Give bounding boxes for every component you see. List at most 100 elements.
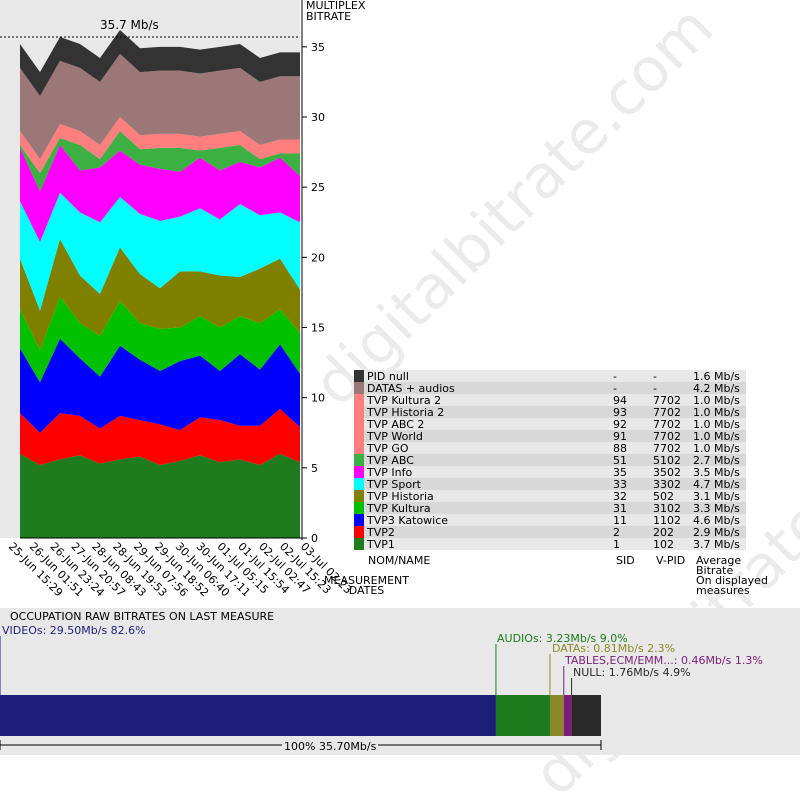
legend-vpid: 1102 <box>650 514 690 526</box>
legend-name: TVP ABC <box>364 454 610 466</box>
legend-vpid: 7702 <box>650 430 690 442</box>
legend-name: TVP Kultura <box>364 502 610 514</box>
legend-vpid: 7702 <box>650 394 690 406</box>
legend-bitrate: 4.7 Mb/s <box>690 478 746 490</box>
legend-name: TVP Info <box>364 466 610 478</box>
legend-swatch <box>354 490 364 502</box>
y-tick-label: 10 <box>311 392 325 405</box>
legend-bitrate: 4.6 Mb/s <box>690 514 746 526</box>
occupation-segment <box>563 695 572 736</box>
legend-swatch <box>354 466 364 478</box>
legend-bitrate: 1.0 Mb/s <box>690 406 746 418</box>
legend-name: PID null <box>364 370 610 382</box>
legend-table: PID null - -1.6 Mb/s DATAS + audios - -4.2 Mb… <box>354 370 746 550</box>
legend-bitrate: 3.1 Mb/s <box>690 490 746 502</box>
legend-sid: - <box>610 382 650 394</box>
occupation-segment <box>571 695 601 736</box>
legend-row: TVP World 91 7702 1.0 Mb/s <box>354 430 746 442</box>
occupation-segment-label: VIDEOs: 29.50Mb/s 82.6% <box>2 624 146 637</box>
occupation-segment-label: NULL: 1.76Mb/s 4.9% <box>573 666 691 679</box>
legend-swatch <box>354 526 364 538</box>
legend-vpid: 102 <box>650 538 690 550</box>
legend-row: DATAS + audios - -4.2 Mb/s <box>354 382 746 394</box>
legend-name: TVP Kultura 2 <box>364 394 610 406</box>
y-tick-label: 30 <box>311 111 325 124</box>
legend-vpid: - <box>650 382 690 394</box>
legend-bitrate: 4.2 Mb/s <box>690 382 746 394</box>
legend-row: TVP Sport 33 3302 4.7 Mb/s <box>354 478 746 490</box>
legend-row: TVP3 Katowice 11 1102 4.6 Mb/s <box>354 514 746 526</box>
y-tick-label: 5 <box>311 462 318 475</box>
legend-header-vpid: V-PID <box>656 554 686 567</box>
y-tick-label: 15 <box>311 321 325 334</box>
legend-name: DATAS + audios <box>364 382 610 394</box>
legend-row: TVP GO 88 7702 1.0 Mb/s <box>354 442 746 454</box>
legend-bitrate: 1.0 Mb/s <box>690 430 746 442</box>
legend-sid: - <box>610 370 650 382</box>
legend-sid: 51 <box>610 454 650 466</box>
legend-swatch <box>354 406 364 418</box>
legend-sid: 1 <box>610 538 650 550</box>
legend-name: TVP Sport <box>364 478 610 490</box>
legend-name: TVP3 Katowice <box>364 514 610 526</box>
legend-header-name: NOM/NAME <box>368 554 431 567</box>
x-axis-title: MEASUREMENT DATES <box>324 574 409 597</box>
legend-row: TVP ABC 2 92 7702 1.0 Mb/s <box>354 418 746 430</box>
legend-sid: 31 <box>610 502 650 514</box>
legend-vpid: 7702 <box>650 418 690 430</box>
legend-sid: 11 <box>610 514 650 526</box>
y-tick-label: 25 <box>311 181 325 194</box>
legend-bitrate: 2.7 Mb/s <box>690 454 746 466</box>
legend-sid: 91 <box>610 430 650 442</box>
legend-vpid: 7702 <box>650 406 690 418</box>
legend-row: TVP2 2 202 2.9 Mb/s <box>354 526 746 538</box>
legend-swatch <box>354 442 364 454</box>
legend-bitrate: 2.9 Mb/s <box>690 526 746 538</box>
legend-sid: 92 <box>610 418 650 430</box>
legend-swatch <box>354 478 364 490</box>
legend-row: TVP Historia 2 93 7702 1.0 Mb/s <box>354 406 746 418</box>
occupation-segment <box>495 695 550 736</box>
legend-row: TVP Kultura 31 3102 3.3 Mb/s <box>354 502 746 514</box>
legend-sid: 32 <box>610 490 650 502</box>
top-bitrate-label: 35.7 Mb/s <box>100 18 159 32</box>
y-tick-label: 35 <box>311 41 325 54</box>
legend-sid: 88 <box>610 442 650 454</box>
legend-bitrate: 3.3 Mb/s <box>690 502 746 514</box>
legend-vpid: - <box>650 370 690 382</box>
legend-vpid: 202 <box>650 526 690 538</box>
legend-row: TVP Info 35 3502 3.5 Mb/s <box>354 466 746 478</box>
legend-swatch <box>354 538 364 550</box>
occupation-bar-chart: VIDEOs: 29.50Mb/s 82.6%AUDIOs: 3.23Mb/s … <box>0 624 763 750</box>
legend-swatch <box>354 454 364 466</box>
legend-vpid: 3502 <box>650 466 690 478</box>
legend-bitrate: 1.0 Mb/s <box>690 418 746 430</box>
legend-swatch <box>354 394 364 406</box>
legend-name: TVP GO <box>364 442 610 454</box>
area-series-tvp1 <box>20 453 300 538</box>
legend-swatch <box>354 370 364 382</box>
legend-vpid: 502 <box>650 490 690 502</box>
legend-name: TVP2 <box>364 526 610 538</box>
legend-bitrate: 3.7 Mb/s <box>690 538 746 550</box>
legend-vpid: 7702 <box>650 442 690 454</box>
legend-sid: 2 <box>610 526 650 538</box>
legend-bitrate: 3.5 Mb/s <box>690 466 746 478</box>
legend-swatch <box>354 502 364 514</box>
legend-vpid: 3102 <box>650 502 690 514</box>
legend-sid: 93 <box>610 406 650 418</box>
legend-bitrate: 1.0 Mb/s <box>690 442 746 454</box>
legend-name: TVP1 <box>364 538 610 550</box>
y-tick-label: 20 <box>311 251 325 264</box>
y-tick-label: 0 <box>311 532 318 545</box>
legend-row: TVP ABC 51 5102 2.7 Mb/s <box>354 454 746 466</box>
legend-name: TVP Historia 2 <box>364 406 610 418</box>
occupation-segment <box>0 695 496 736</box>
legend-row: PID null - -1.6 Mb/s <box>354 370 746 382</box>
legend-name: TVP Historia <box>364 490 610 502</box>
occupation-panel: OCCUPATION RAW BITRATES ON LAST MEASURE … <box>0 608 800 755</box>
legend-sid: 35 <box>610 466 650 478</box>
occupation-segment <box>549 695 564 736</box>
legend-vpid: 3302 <box>650 478 690 490</box>
legend-swatch <box>354 382 364 394</box>
